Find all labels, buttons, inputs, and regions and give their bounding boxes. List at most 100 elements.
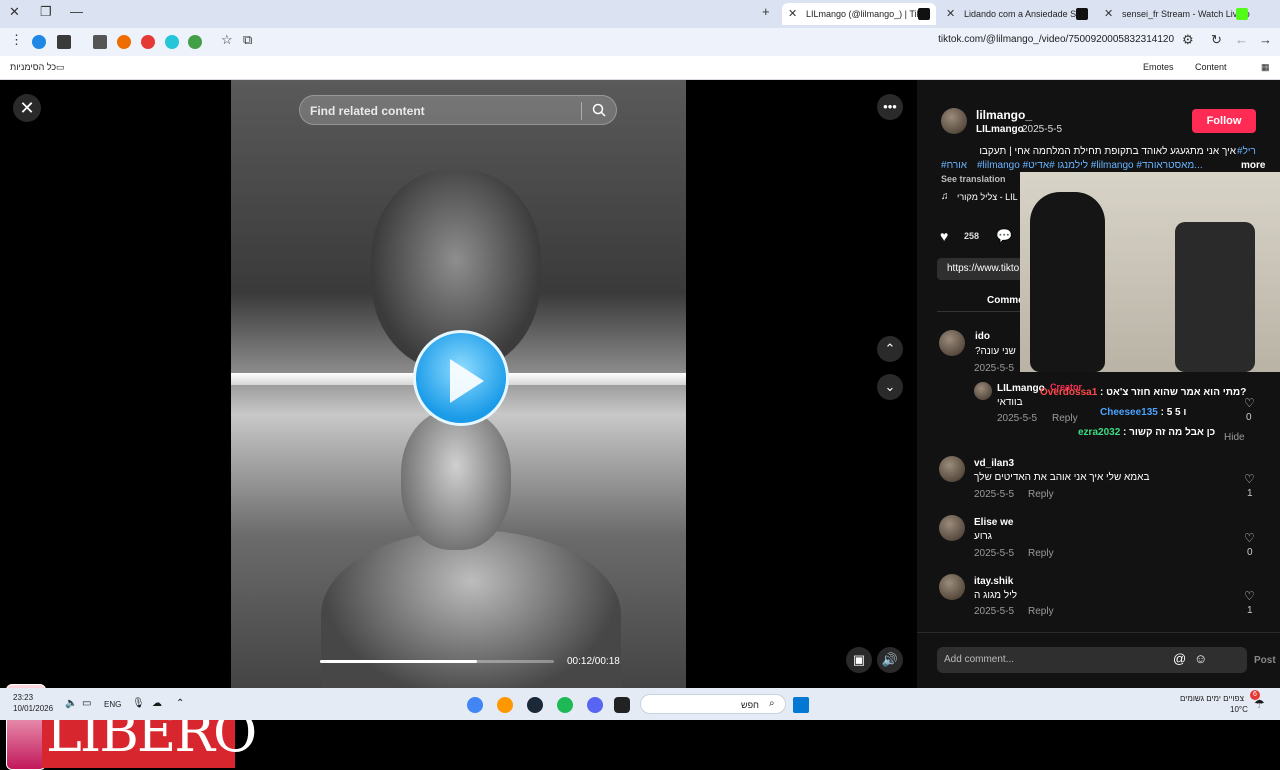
tab-close-icon[interactable]: ✕ — [946, 7, 955, 20]
comment-username[interactable]: itay.shik — [974, 576, 1013, 587]
site-settings-icon[interactable]: ⚙ — [1182, 32, 1194, 48]
playback-time: 00:12/00:18 — [567, 656, 620, 667]
comment-username[interactable]: Elise we — [974, 517, 1013, 528]
extensions-icon[interactable] — [93, 35, 107, 49]
tab-close-icon[interactable]: ✕ — [1104, 7, 1113, 20]
all-bookmarks-link[interactable]: כל הסימניות — [10, 62, 56, 72]
next-video-button[interactable]: ⌄ — [877, 374, 903, 400]
extension-green-icon[interactable] — [188, 35, 202, 49]
bookmark-star-icon[interactable]: ☆ — [221, 32, 233, 48]
weather-icon[interactable]: ☂ — [1254, 697, 1265, 711]
comment-avatar[interactable] — [939, 574, 965, 600]
new-tab-icon[interactable]: + — [762, 4, 770, 19]
back-icon[interactable]: → — [1259, 32, 1272, 47]
reply-date: 2025-5-5 — [997, 413, 1038, 424]
reply-button[interactable]: Reply — [1028, 606, 1054, 617]
video-frame-bottom — [401, 410, 511, 550]
see-translation-link[interactable]: See translation — [941, 174, 1006, 184]
more-link[interactable]: more — [1241, 160, 1265, 171]
reply-button[interactable]: Reply — [1028, 489, 1054, 500]
network-icon[interactable]: ▭ — [82, 698, 91, 709]
close-window-icon[interactable]: ✕ — [9, 4, 20, 20]
forward-icon[interactable]: ← — [1235, 32, 1248, 47]
tab-anxiety[interactable]: ✕ Lidando com a Ansiedade Soci — [940, 3, 1094, 25]
speaker-icon[interactable]: 🔈 — [65, 698, 77, 709]
comment-avatar[interactable] — [939, 515, 965, 541]
language-indicator[interactable]: ENG — [104, 700, 121, 709]
like-heart-icon[interactable]: ♡ — [1244, 531, 1255, 545]
like-heart-icon[interactable]: ♡ — [1244, 472, 1255, 486]
add-comment-input[interactable]: Add comment... @ ☺ — [937, 647, 1247, 673]
chat-message: 5 5 ו — [1166, 407, 1187, 418]
profile-avatar[interactable] — [32, 35, 46, 49]
extension-red-icon[interactable] — [141, 35, 155, 49]
like-heart-icon[interactable]: ♡ — [1244, 589, 1255, 603]
install-app-icon[interactable]: ⧉ — [243, 32, 252, 48]
apps-grid-icon[interactable]: ▦ — [1261, 62, 1270, 73]
sound-name[interactable]: צליל מקורי - LIL — [957, 192, 1018, 202]
discord-icon[interactable] — [587, 697, 603, 713]
comment-footer-divider — [917, 632, 1280, 633]
bookmark-emotes[interactable]: Emotes — [1143, 62, 1174, 72]
search-icon[interactable] — [592, 103, 606, 117]
author-avatar[interactable] — [941, 108, 967, 134]
windows-start-icon[interactable] — [793, 697, 809, 713]
mention-icon[interactable]: @ — [1173, 651, 1186, 666]
video-player[interactable]: Find related content — [231, 80, 686, 688]
reload-icon[interactable]: ↻ — [1211, 32, 1222, 48]
post-comment-button[interactable]: Post — [1254, 655, 1276, 666]
steam-icon[interactable] — [527, 697, 543, 713]
extension-orange-icon[interactable] — [117, 35, 131, 49]
related-search-input[interactable]: Find related content — [299, 95, 617, 125]
chat-username: Overdossa1 — [1040, 387, 1098, 398]
microphone-icon[interactable]: 🎙 — [132, 698, 145, 709]
menu-icon[interactable]: ⋮ — [10, 32, 23, 48]
author-username[interactable]: lilmango_ — [976, 108, 1032, 122]
follow-button[interactable]: Follow — [1192, 109, 1256, 133]
comment-avatar[interactable] — [939, 456, 965, 482]
tab-comments[interactable]: Comme — [987, 295, 1024, 306]
reply-username[interactable]: LILmango — [997, 383, 1045, 394]
tab-kick-stream[interactable]: ✕ sensei_fr Stream - Watch Live o — [1098, 3, 1254, 25]
address-bar[interactable]: tiktok.com/@lilmango_/video/750092000583… — [938, 34, 1174, 45]
weather-text[interactable]: צפויים ימים גשומים — [1180, 694, 1244, 703]
clock-date[interactable]: 10/01/2026 — [13, 704, 53, 713]
bookmark-content[interactable]: Content — [1195, 62, 1227, 72]
reply-button[interactable]: Reply — [1028, 548, 1054, 559]
previous-video-button[interactable]: ⌃ — [877, 336, 903, 362]
minimize-window-icon[interactable]: — — [70, 4, 83, 19]
extension-cyan-icon[interactable] — [165, 35, 179, 49]
app-orange-icon[interactable] — [497, 697, 513, 713]
clock-time[interactable]: 23:23 — [13, 693, 33, 702]
windows-taskbar: 23:23 10/01/2026 🔈 ▭ ENG 🎙 ☁ ⌃ חפש ⌕ צפו… — [0, 688, 1280, 720]
emoji-icon[interactable]: ☺ — [1194, 651, 1207, 666]
caption-line-2[interactable]: #lilmango #לילמנגו #אדיט #lilmango #מאסט… — [977, 160, 1203, 171]
tab-tiktok[interactable]: ✕ LILmango (@lilmango_) | TikTo — [782, 3, 936, 25]
comment-icon[interactable]: 💬 — [996, 228, 1012, 244]
caption-hashtag[interactable]: #אורח — [941, 160, 967, 171]
media-control-icon[interactable] — [57, 35, 71, 49]
tab-title: Lidando com a Ansiedade Soci — [964, 9, 1088, 19]
taskbar-search-input[interactable]: חפש ⌕ — [640, 694, 786, 714]
add-comment-placeholder: Add comment... — [944, 654, 1015, 665]
chevron-up-icon[interactable]: ⌃ — [176, 698, 184, 709]
restore-window-icon[interactable]: ❐ — [40, 4, 52, 20]
reply-avatar[interactable] — [974, 382, 992, 400]
comment-username[interactable]: vd_ilan3 — [974, 458, 1014, 469]
video-progress-bar[interactable] — [320, 660, 554, 663]
comment-username[interactable]: ido — [975, 331, 990, 342]
caption-hashtag[interactable]: #ריל — [1237, 146, 1256, 157]
spotify-icon[interactable] — [557, 697, 573, 713]
terminal-icon[interactable] — [614, 697, 630, 713]
close-video-button[interactable]: ✕ — [13, 94, 41, 122]
comment-avatar[interactable] — [939, 330, 965, 356]
chair-shape — [1175, 222, 1255, 372]
more-options-icon[interactable]: ••• — [877, 94, 903, 120]
play-button[interactable] — [413, 330, 509, 426]
chrome-icon[interactable] — [467, 697, 483, 713]
volume-icon[interactable]: 🔊 — [877, 647, 903, 673]
cloud-off-icon[interactable]: ☁ — [152, 698, 162, 709]
heart-icon[interactable]: ♥ — [940, 228, 948, 244]
tab-close-icon[interactable]: ✕ — [788, 7, 797, 20]
miniplayer-icon[interactable]: ▣ — [846, 647, 872, 673]
